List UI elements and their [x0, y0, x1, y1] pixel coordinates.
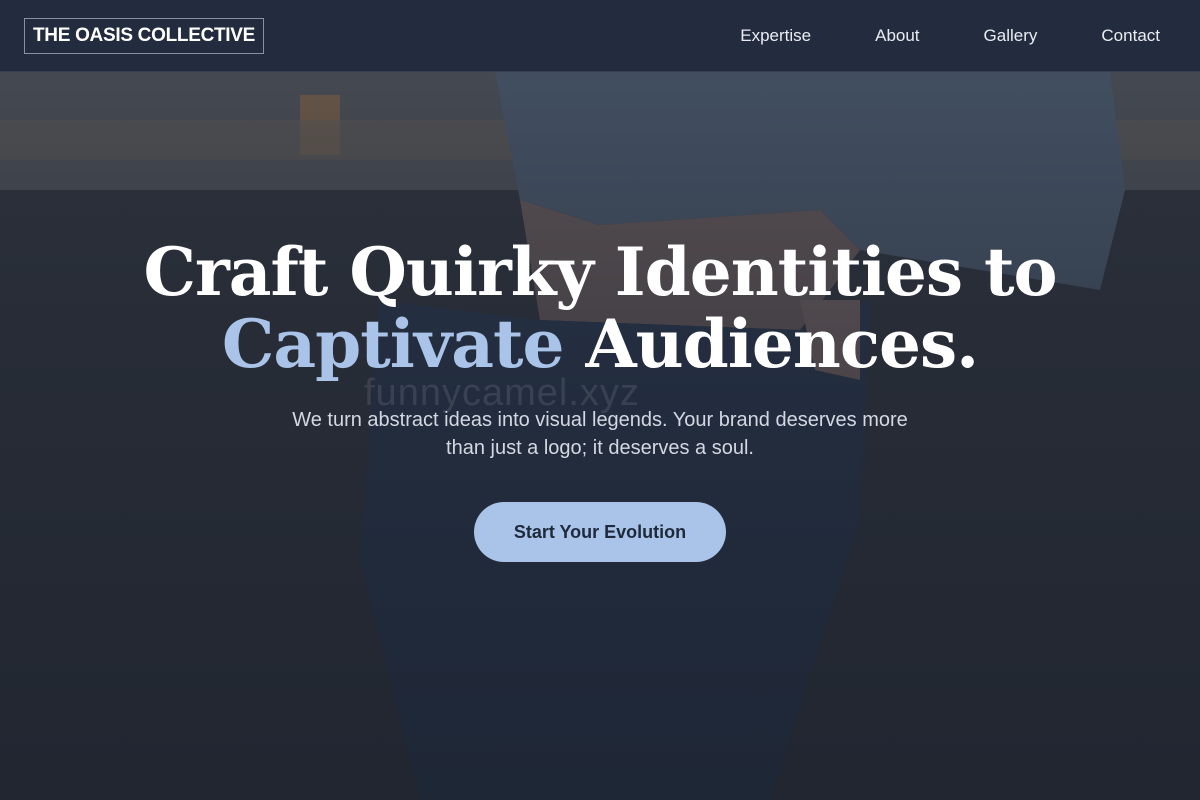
hero-subline: We turn abstract ideas into visual legen…	[0, 406, 1200, 462]
hero-content: Craft Quirky Identities to Captivate Aud…	[0, 236, 1200, 562]
hero-section: funnycamel.xyz THE OASIS COLLECTIVE Expe…	[0, 0, 1200, 800]
nav-link-gallery[interactable]: Gallery	[984, 26, 1038, 46]
top-navbar: THE OASIS COLLECTIVE Expertise About Gal…	[0, 0, 1200, 72]
headline-accent-word: Captivate	[221, 305, 565, 383]
headline-line-2: Audiences.	[585, 305, 979, 383]
subline-line-2: than just a logo; it deserves a soul.	[446, 437, 754, 459]
hero-headline: Craft Quirky Identities to Captivate Aud…	[0, 236, 1200, 380]
nav-link-contact[interactable]: Contact	[1101, 26, 1160, 46]
headline-line-1: Craft Quirky Identities to	[143, 233, 1057, 311]
nav-link-about[interactable]: About	[875, 26, 919, 46]
nav-links: Expertise About Gallery Contact	[740, 26, 1160, 46]
nav-link-expertise[interactable]: Expertise	[740, 26, 811, 46]
start-evolution-button[interactable]: Start Your Evolution	[474, 502, 726, 562]
subline-line-1: We turn abstract ideas into visual legen…	[292, 409, 908, 431]
site-logo[interactable]: THE OASIS COLLECTIVE	[24, 17, 265, 54]
